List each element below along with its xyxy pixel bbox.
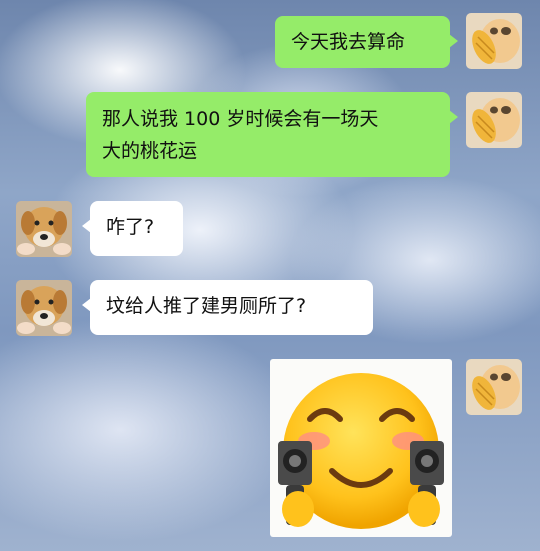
message-text: 大的桃花运 xyxy=(102,140,198,162)
gun-left xyxy=(278,441,314,527)
cat-avatar[interactable] xyxy=(466,13,522,69)
cat-avatar[interactable] xyxy=(466,92,522,148)
message-text: 那人说我 100 岁时候会有一场天 xyxy=(102,108,379,130)
dog-avatar[interactable] xyxy=(16,280,72,336)
message-bubble-sent[interactable]: 今天我去算命 xyxy=(275,16,458,68)
message-bubble-sent[interactable]: 那人说我 100 岁时候会有一场天 大的桃花运 xyxy=(86,92,458,177)
message-text: 咋了? xyxy=(106,216,155,238)
message-bubble-received[interactable]: 坟给人推了建男厕所了? xyxy=(82,280,373,335)
dog-avatar[interactable] xyxy=(16,201,72,257)
message-bubble-received[interactable]: 咋了? xyxy=(82,201,183,256)
message-text: 今天我去算命 xyxy=(291,31,406,53)
cat-avatar[interactable] xyxy=(466,359,522,415)
sticker-smiling-emoji-with-guns[interactable] xyxy=(270,359,452,537)
gun-right xyxy=(408,441,444,527)
message-text: 坟给人推了建男厕所了? xyxy=(106,295,307,317)
